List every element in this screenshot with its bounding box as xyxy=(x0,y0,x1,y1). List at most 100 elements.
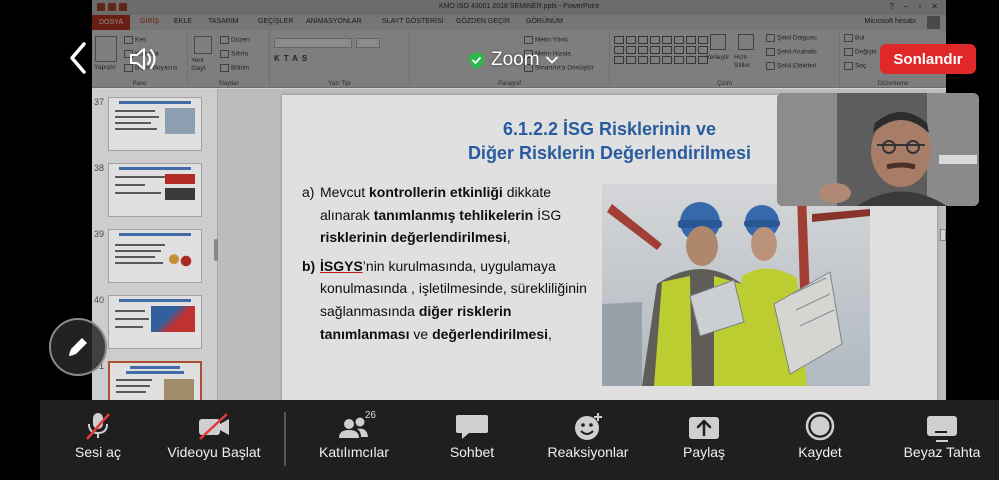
point-a-bold: risklerinin değerlendirilmesi xyxy=(320,229,507,246)
share-icon xyxy=(684,410,724,442)
text-direction-label: Metin Yönü xyxy=(535,36,568,44)
participant-count: 26 xyxy=(364,410,376,421)
record-button[interactable]: Kaydet xyxy=(782,400,858,480)
font-name-box xyxy=(274,38,352,48)
slide-thumbnail xyxy=(108,97,202,151)
shape-effects-item: Şekil Efektleri xyxy=(766,62,816,70)
speaker-icon xyxy=(130,48,156,70)
reset-label: Sıfırla xyxy=(231,50,248,58)
point-a-marker: a) xyxy=(302,184,315,200)
tab-animasyonlar: ANİMASYONLAR xyxy=(306,18,362,25)
slide-thumbnail xyxy=(108,229,202,283)
quick-styles-icon xyxy=(738,34,754,50)
zoom-meeting-screen: KMO ISO 43001 2018 SEMINER.pptx - PowerP… xyxy=(0,0,999,480)
unmute-button[interactable]: Sesi aç xyxy=(54,400,142,480)
back-button[interactable] xyxy=(64,40,92,76)
chat-button[interactable]: Sohbet xyxy=(434,400,510,480)
quick-styles-label: Hızlı Stiller xyxy=(734,54,751,69)
paste-icon xyxy=(95,36,117,62)
group-label-slaytlar: Slaytlar xyxy=(218,81,239,87)
reactions-button[interactable]: Reaksiyonlar xyxy=(538,400,638,480)
participants-icon: 26 xyxy=(334,410,376,442)
security-shield-icon xyxy=(469,51,484,69)
start-video-button[interactable]: Videoyu Başlat xyxy=(158,400,270,480)
reset-item: Sıfırla xyxy=(220,50,248,58)
tab-gorunum: GÖRÜNÜM xyxy=(526,18,563,25)
point-a-text: Mevcut xyxy=(320,184,370,200)
muted-mic-icon xyxy=(78,410,118,442)
slide-thumbnail-pane: 37 38 39 40 xyxy=(92,89,218,400)
point-b-text: ve xyxy=(409,325,433,342)
slide-thumbnail xyxy=(108,163,202,217)
arrange-icon xyxy=(710,34,726,50)
shape-outline-item: Şekil Anahattı xyxy=(766,48,817,56)
record-icon xyxy=(800,410,840,442)
help-icon: ? xyxy=(889,2,894,11)
tab-giris: GİRİŞ xyxy=(140,18,160,25)
thumb-number: 38 xyxy=(94,163,105,173)
scroll-thumb xyxy=(214,239,218,261)
video-off-icon xyxy=(194,410,234,442)
end-meeting-button[interactable]: Sonlandır xyxy=(880,44,976,74)
tab-gecisler: GEÇİŞLER xyxy=(258,18,294,25)
group-label-yazi-tipi: Yazı Tipi xyxy=(328,81,351,87)
point-b-bold: değerlendirilmesi xyxy=(432,325,548,342)
chevron-left-icon xyxy=(70,42,86,74)
layout-label: Düzen xyxy=(231,36,250,44)
group-label-cizim: Çizim xyxy=(717,81,732,87)
unmute-label: Sesi aç xyxy=(75,444,121,460)
toolbar-divider xyxy=(284,412,286,466)
arrange-label: Yerleştir xyxy=(706,54,730,61)
minimize-icon: – xyxy=(904,2,909,11)
tab-tasarim: TASARIM xyxy=(208,18,239,25)
select-label: Seç xyxy=(855,62,867,70)
font-style-buttons: KTAS xyxy=(274,54,312,63)
close-icon: ✕ xyxy=(931,2,938,11)
scissors-icon xyxy=(124,36,133,44)
outline-icon xyxy=(766,48,775,56)
whiteboard-icon xyxy=(922,410,962,442)
workers-illustration xyxy=(602,184,870,386)
find-label: Bul xyxy=(855,34,865,42)
speaker-button[interactable] xyxy=(128,44,160,74)
text-direction-item: Metin Yönü xyxy=(524,36,568,44)
point-a-text: İSG xyxy=(533,206,562,223)
reactions-icon xyxy=(568,410,608,442)
chevron-down-icon xyxy=(545,56,558,64)
participants-button[interactable]: 26 Katılımcılar xyxy=(306,400,402,480)
find-icon xyxy=(844,34,853,42)
new-slide-label: Yeni Slayt xyxy=(191,57,206,72)
annotate-button[interactable] xyxy=(49,318,107,376)
new-slide-icon xyxy=(194,36,212,54)
shape-fill-label: Şekil Dolgusu xyxy=(777,34,817,42)
meeting-info-dropdown[interactable]: Zoom xyxy=(468,47,558,73)
start-video-label: Videoyu Başlat xyxy=(167,444,261,460)
shapes-gallery xyxy=(614,36,708,64)
whiteboard-button[interactable]: Beyaz Tahta xyxy=(892,400,992,480)
point-b-text: , xyxy=(548,325,552,342)
tab-gozden-gecir: GÖZDEN GEÇİR xyxy=(456,18,511,25)
tab-dosya: DOSYA xyxy=(92,15,130,30)
shape-outline-label: Şekil Anahattı xyxy=(777,48,817,56)
participant-video-tile[interactable] xyxy=(777,93,979,206)
find-item: Bul xyxy=(844,34,864,42)
ribbon-group-cizim: Yerleştir Hızlı Stiller Şekil Dolgusu Şe… xyxy=(610,30,840,88)
point-a-bold: tanımlanmış tehlikelerin xyxy=(373,206,534,223)
ribbon-tabs: DOSYA GİRİŞ EKLE TASARIM GEÇİŞLER ANİMAS… xyxy=(92,15,946,30)
font-size-box xyxy=(356,38,380,48)
share-button[interactable]: Paylaş xyxy=(666,400,742,480)
replace-item: Değiştir xyxy=(844,48,877,56)
point-b: b) İSGYS’nin kurulmasında, uygulamaya ko… xyxy=(302,255,592,345)
cut-item: Kes xyxy=(124,36,146,44)
share-label: Paylaş xyxy=(682,444,726,460)
paste-label: Yapıştır xyxy=(94,64,116,71)
shape-effects-label: Şekil Efektleri xyxy=(777,62,817,70)
select-item: Seç xyxy=(844,62,866,70)
cut-label: Kes xyxy=(135,36,147,44)
group-label-duzenleme: Düzenleme xyxy=(877,81,909,87)
replace-label: Değiştir xyxy=(855,48,878,56)
thumbnail-scrollbar xyxy=(214,129,218,269)
group-label-paragraf: Paragraf xyxy=(497,81,521,87)
point-a: a) Mevcut kontrollerin etkinliği dikkate… xyxy=(302,181,592,249)
slide-body-text: a) Mevcut kontrollerin etkinliği dikkate… xyxy=(302,181,592,345)
